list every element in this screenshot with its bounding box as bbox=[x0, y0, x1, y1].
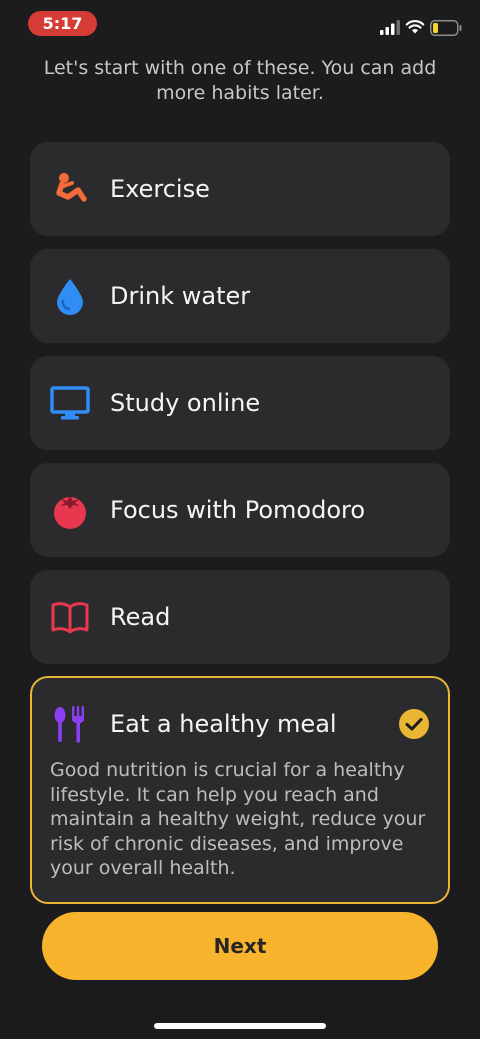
utensils-icon bbox=[50, 704, 90, 744]
habit-label: Focus with Pomodoro bbox=[110, 496, 366, 524]
habit-option-exercise[interactable]: Exercise bbox=[30, 142, 450, 236]
home-indicator[interactable] bbox=[154, 1023, 326, 1029]
habit-description: Good nutrition is crucial for a healthy … bbox=[50, 759, 426, 879]
monitor-icon bbox=[50, 383, 90, 423]
habit-option-read[interactable]: Read bbox=[30, 570, 450, 664]
habit-option-focus-pomodoro[interactable]: Focus with Pomodoro bbox=[30, 463, 450, 557]
signal-icon bbox=[380, 19, 400, 35]
water-drop-icon bbox=[50, 276, 90, 316]
habit-label: Study online bbox=[110, 389, 261, 417]
book-icon bbox=[50, 597, 90, 637]
onboarding-subtitle: Let's start with one of these. You can a… bbox=[43, 57, 437, 104]
battery-icon bbox=[430, 20, 462, 36]
habit-label: Eat a healthy meal bbox=[110, 710, 337, 738]
next-button[interactable]: Next bbox=[42, 912, 438, 980]
habit-option-study-online[interactable]: Study online bbox=[30, 356, 450, 450]
habit-option-eat-healthy-meal[interactable]: Eat a healthy meal Good nutrition is cru… bbox=[30, 676, 450, 904]
tomato-icon bbox=[50, 490, 90, 530]
habit-label: Drink water bbox=[110, 282, 251, 310]
status-bar: 5:17 bbox=[0, 0, 480, 46]
status-time: 5:17 bbox=[28, 11, 97, 36]
habit-label: Read bbox=[110, 603, 171, 631]
habit-label: Exercise bbox=[110, 175, 210, 203]
habit-option-drink-water[interactable]: Drink water bbox=[30, 249, 450, 343]
checkmark-icon bbox=[398, 708, 430, 740]
wifi-icon bbox=[405, 18, 425, 34]
exercise-icon bbox=[50, 169, 90, 209]
